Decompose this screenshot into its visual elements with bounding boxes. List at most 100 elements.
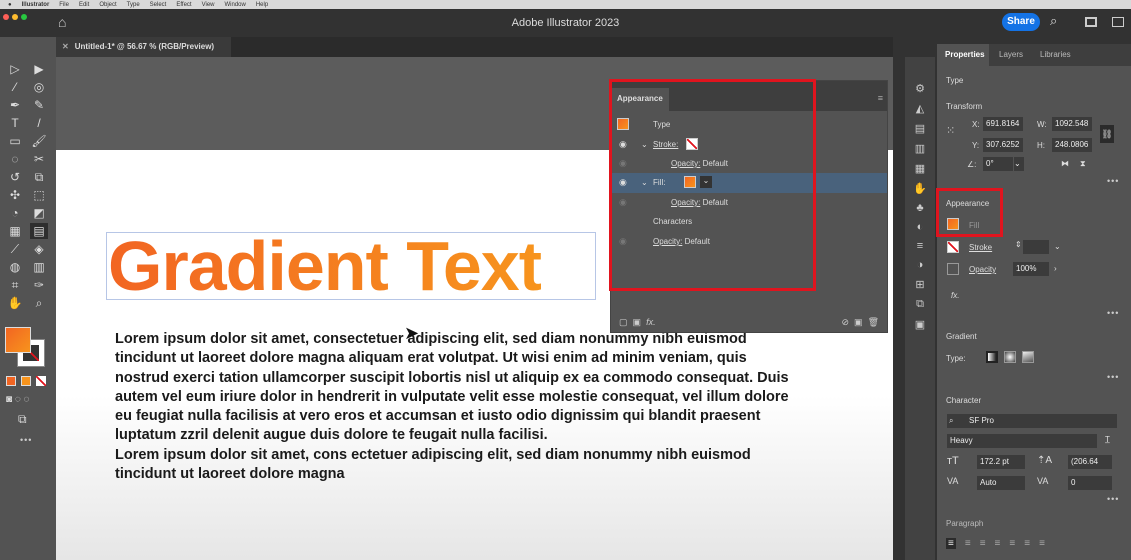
- align-icon[interactable]: ⊞: [915, 278, 924, 291]
- flip-horizontal-icon[interactable]: ⧓: [1061, 159, 1069, 168]
- font-style-dropdown[interactable]: Heavy: [947, 434, 1097, 448]
- stroke-label[interactable]: Stroke: [969, 243, 992, 252]
- constrain-proportions-icon[interactable]: ⛓: [1100, 125, 1114, 143]
- more-gradient-options[interactable]: •••: [1107, 372, 1119, 382]
- angle-dropdown-icon[interactable]: ⌄: [1014, 157, 1024, 171]
- align-right-button[interactable]: ≡: [980, 538, 986, 549]
- color-icon[interactable]: ▥: [915, 142, 925, 155]
- menu-illustrator[interactable]: Illustrator: [22, 2, 50, 8]
- libraries-icon[interactable]: ◭: [916, 102, 924, 115]
- perspective-grid-tool-icon[interactable]: ◩: [30, 205, 48, 221]
- artboards-icon[interactable]: ▣: [915, 318, 925, 331]
- zoom-tool-icon[interactable]: ⌕: [30, 295, 48, 311]
- more-transform-options[interactable]: •••: [1107, 176, 1119, 186]
- angle-field[interactable]: 0°: [983, 157, 1013, 171]
- justify-right-button[interactable]: ≡: [1024, 538, 1030, 549]
- more-character-options[interactable]: •••: [1107, 494, 1119, 504]
- more-appearance-options[interactable]: •••: [1107, 308, 1119, 318]
- symbol-sprayer-tool-icon[interactable]: ◍: [6, 259, 24, 275]
- justify-center-button[interactable]: ≡: [1009, 538, 1015, 549]
- menu-object[interactable]: Object: [99, 2, 116, 8]
- type-tool-icon[interactable]: T: [6, 115, 24, 131]
- stroke-swatch[interactable]: [947, 241, 959, 253]
- shaper-tool-icon[interactable]: ◌: [6, 151, 24, 167]
- none-mode-icon[interactable]: [36, 376, 46, 386]
- close-tab-icon[interactable]: ✕: [62, 42, 69, 51]
- free-transform-tool-icon[interactable]: ⬚: [30, 187, 48, 203]
- edit-toolbar-icon[interactable]: •••: [20, 435, 32, 445]
- share-button[interactable]: Share: [1002, 13, 1040, 31]
- add-fill-icon[interactable]: ▣: [633, 317, 642, 327]
- menu-edit[interactable]: Edit: [79, 2, 89, 8]
- symbols-icon[interactable]: ♣: [916, 202, 923, 214]
- opacity-arrow-icon[interactable]: ›: [1054, 264, 1057, 273]
- fx-icon[interactable]: fx.: [951, 291, 959, 300]
- brushes-icon[interactable]: ✋: [913, 182, 927, 195]
- radial-gradient-button[interactable]: [1004, 351, 1016, 363]
- direct-selection-tool-icon[interactable]: ▶: [30, 61, 48, 77]
- pathfinder-icon[interactable]: ⧉: [916, 298, 924, 311]
- menu-view[interactable]: View: [202, 2, 215, 8]
- align-center-button[interactable]: ≡: [965, 538, 971, 549]
- body-text[interactable]: Lorem ipsum dolor sit amet, consectetuer…: [115, 330, 795, 484]
- lasso-tool-icon[interactable]: ◎: [30, 79, 48, 95]
- h-field[interactable]: 248.0806: [1052, 138, 1092, 152]
- tab-layers[interactable]: Layers: [999, 44, 1023, 66]
- document-tab[interactable]: ✕ Untitled-1* @ 56.67 % (RGB/Preview): [56, 37, 231, 57]
- panel-menu-icon[interactable]: ≡: [878, 93, 883, 103]
- selection-tool-icon[interactable]: ▷: [6, 61, 24, 77]
- hand-tool-icon[interactable]: ✋: [6, 295, 24, 311]
- freeform-gradient-button[interactable]: [1022, 351, 1034, 363]
- properties-icon[interactable]: ⚙: [915, 82, 925, 95]
- stroke-weight-dropdown-icon[interactable]: ⌄: [1054, 242, 1061, 251]
- menu-file[interactable]: File: [59, 2, 69, 8]
- paintbrush-tool-icon[interactable]: 🖌: [30, 133, 48, 149]
- paragraph-2[interactable]: Lorem ipsum dolor sit amet, cons ectetue…: [115, 446, 795, 485]
- slice-tool-icon[interactable]: ✑: [30, 277, 48, 293]
- kerning-field[interactable]: Auto: [977, 476, 1025, 490]
- swatches-icon[interactable]: ▦: [915, 162, 925, 175]
- opacity-field[interactable]: 100%: [1013, 262, 1049, 276]
- scissors-tool-icon[interactable]: ✂: [30, 151, 48, 167]
- fill-color-swatch[interactable]: [5, 327, 31, 353]
- opacity-label[interactable]: Opacity: [969, 265, 996, 274]
- line-tool-icon[interactable]: /: [30, 115, 48, 131]
- mesh-tool-icon[interactable]: ▦: [6, 223, 24, 239]
- curvature-tool-icon[interactable]: ✎: [30, 97, 48, 113]
- transparency-icon[interactable]: ◑: [917, 259, 924, 271]
- rotate-tool-icon[interactable]: ↺: [6, 169, 24, 185]
- menu-help[interactable]: Help: [256, 2, 268, 8]
- tab-libraries[interactable]: Libraries: [1040, 44, 1071, 66]
- linear-gradient-button[interactable]: [986, 351, 998, 363]
- puppet-warp-tool-icon[interactable]: ✣: [6, 187, 24, 203]
- w-field[interactable]: 1092.548: [1052, 117, 1092, 131]
- font-options-icon[interactable]: T̲: [1105, 435, 1110, 444]
- gradient-headline-text[interactable]: Gradient Text: [108, 226, 542, 306]
- justify-all-button[interactable]: ≡: [1039, 538, 1045, 549]
- magic-wand-tool-icon[interactable]: ⁄: [6, 79, 24, 95]
- reference-point-icon[interactable]: ⁙: [946, 124, 955, 137]
- screen-mode-icon[interactable]: ⧉: [18, 412, 27, 427]
- shape-builder-tool-icon[interactable]: ◔: [6, 205, 24, 221]
- rectangle-tool-icon[interactable]: ▭: [6, 133, 24, 149]
- panel-toggle-icon[interactable]: [1112, 17, 1124, 27]
- stroke-weight-field[interactable]: [1023, 240, 1049, 254]
- eyedropper-tool-icon[interactable]: ⟋: [6, 241, 24, 257]
- paragraph-1[interactable]: Lorem ipsum dolor sit amet, consectetuer…: [115, 330, 795, 446]
- font-size-field[interactable]: 172.2 pt: [977, 455, 1025, 469]
- glyphs-icon[interactable]: ◐: [917, 221, 924, 233]
- workspace-icon[interactable]: [1085, 17, 1097, 27]
- align-left-button[interactable]: ≡: [946, 538, 956, 549]
- clear-appearance-icon[interactable]: ⊘: [841, 317, 849, 327]
- gradient-tool-icon[interactable]: ▤: [30, 223, 48, 239]
- layers-icon[interactable]: ▤: [915, 122, 925, 135]
- tab-properties[interactable]: Properties: [937, 44, 989, 66]
- y-field[interactable]: 307.6252: [983, 138, 1023, 152]
- font-family-dropdown[interactable]: SF Pro: [947, 414, 1117, 428]
- menu-select[interactable]: Select: [150, 2, 167, 8]
- flip-vertical-icon[interactable]: ⧗: [1080, 159, 1086, 169]
- duplicate-item-icon[interactable]: ▣: [854, 317, 863, 327]
- stroke-weight-stepper[interactable]: ⇕: [1015, 240, 1022, 249]
- color-mode-icon[interactable]: [6, 376, 16, 386]
- add-stroke-icon[interactable]: ▢: [619, 317, 628, 327]
